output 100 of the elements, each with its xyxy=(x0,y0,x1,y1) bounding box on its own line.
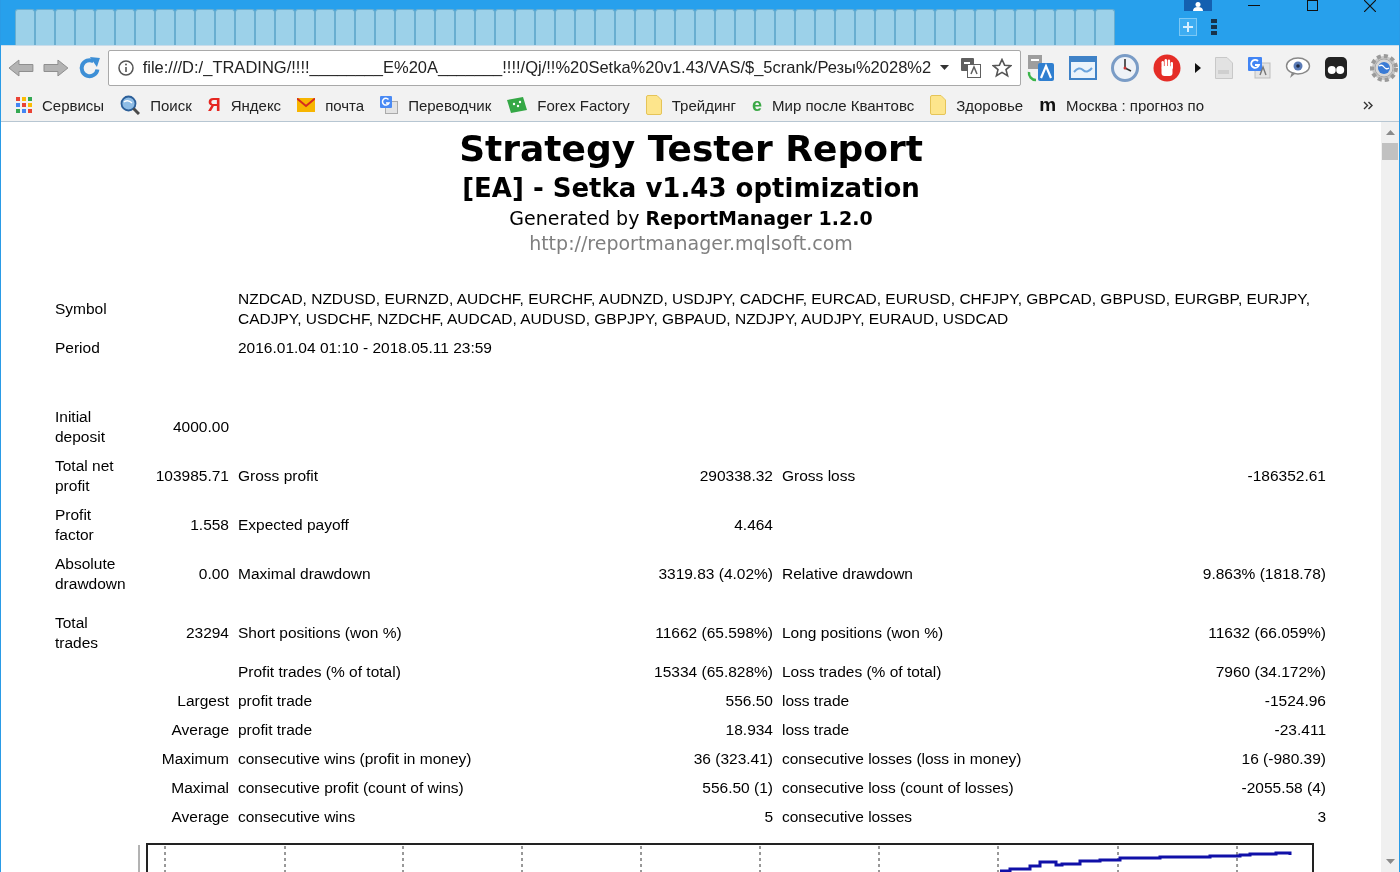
browser-tab[interactable] xyxy=(235,9,255,45)
browser-tab[interactable] xyxy=(1015,9,1035,45)
bookmark-item[interactable]: Поиск xyxy=(120,95,192,115)
forward-icon[interactable] xyxy=(42,57,69,78)
clock-icon[interactable] xyxy=(1111,53,1139,82)
browser-tab[interactable] xyxy=(795,9,815,45)
browser-tab[interactable] xyxy=(195,9,215,45)
browser-tab[interactable] xyxy=(635,9,655,45)
browser-tab[interactable] xyxy=(355,9,375,45)
window-icon[interactable] xyxy=(1069,55,1097,80)
browser-tab[interactable] xyxy=(815,9,835,45)
translate-icon[interactable] xyxy=(961,57,981,78)
browser-tab[interactable] xyxy=(375,9,395,45)
browser-tab[interactable] xyxy=(495,9,515,45)
scrollbar[interactable] xyxy=(1381,122,1399,872)
browser-tab[interactable] xyxy=(555,9,575,45)
back-icon[interactable] xyxy=(8,57,34,78)
info-icon[interactable] xyxy=(117,59,134,76)
bookmark-item[interactable]: почта xyxy=(297,96,365,114)
bookmark-item[interactable]: Переводчик xyxy=(380,96,492,114)
browser-tab[interactable] xyxy=(895,9,915,45)
browser-tab[interactable] xyxy=(695,9,715,45)
browser-tab[interactable] xyxy=(1055,9,1075,45)
star-icon[interactable] xyxy=(992,57,1012,78)
browser-tab[interactable] xyxy=(415,9,435,45)
caret-icon[interactable] xyxy=(940,65,949,70)
browser-tab[interactable] xyxy=(735,9,755,45)
browser-tab[interactable] xyxy=(615,9,635,45)
browser-tab[interactable] xyxy=(15,9,35,45)
browser-tab[interactable] xyxy=(455,9,475,45)
browser-tab[interactable] xyxy=(1095,9,1115,45)
scrollbar-thumb[interactable] xyxy=(1382,143,1398,160)
browser-tab[interactable] xyxy=(115,9,135,45)
stat-label: consecutive losses xyxy=(782,807,913,827)
browser-tab[interactable] xyxy=(335,9,355,45)
tab-list-icon[interactable] xyxy=(1211,19,1217,35)
browser-tab[interactable] xyxy=(175,9,195,45)
browser-tab[interactable] xyxy=(855,9,875,45)
translate-icon[interactable] xyxy=(1027,53,1055,82)
browser-tab[interactable] xyxy=(395,9,415,45)
browser-tab[interactable] xyxy=(775,9,795,45)
browser-tab[interactable] xyxy=(135,9,155,45)
browser-tab[interactable] xyxy=(1035,9,1055,45)
browser-tab[interactable] xyxy=(995,9,1015,45)
stat-value: 15334 (65.828%) xyxy=(654,662,773,682)
browser-tab[interactable] xyxy=(755,9,775,45)
translate-icon[interactable] xyxy=(1247,55,1271,80)
browser-tab[interactable] xyxy=(655,9,675,45)
bookmark-item[interactable]: Я Яндекс xyxy=(207,96,282,114)
browser-tab[interactable] xyxy=(435,9,455,45)
browser-tab[interactable] xyxy=(295,9,315,45)
new-tab-button[interactable] xyxy=(1179,18,1197,36)
browser-tab[interactable] xyxy=(75,9,95,45)
reload-icon[interactable] xyxy=(77,55,102,80)
profile-button[interactable] xyxy=(1184,0,1212,11)
stat-label: Expected payoff xyxy=(238,515,349,535)
hand-icon[interactable] xyxy=(1153,53,1181,82)
bookmark-item[interactable]: Сервисы xyxy=(16,96,105,114)
bookmark-item[interactable]: m Москва : прогноз по xyxy=(1039,96,1205,114)
bookmark-item[interactable]: Трейдинг xyxy=(645,95,737,115)
double-chevron-icon[interactable] xyxy=(1363,100,1373,110)
document-icon[interactable] xyxy=(1215,56,1233,79)
stat-value: 4000.00 xyxy=(172,417,229,437)
minimize-icon[interactable] xyxy=(1248,5,1260,6)
browser-tab[interactable] xyxy=(275,9,295,45)
browser-tab[interactable] xyxy=(535,9,555,45)
gear-icon[interactable] xyxy=(1369,52,1399,83)
browser-tab[interactable] xyxy=(155,9,175,45)
browser-tab[interactable] xyxy=(215,9,235,45)
browser-tab[interactable] xyxy=(675,9,695,45)
up-arrow-icon[interactable] xyxy=(1385,130,1395,135)
browser-tab[interactable] xyxy=(315,9,335,45)
maximize-icon[interactable] xyxy=(1306,0,1318,11)
report-link[interactable]: http://reportmanager.mqlsoft.com xyxy=(529,232,853,254)
two-circles-icon[interactable] xyxy=(1325,56,1347,79)
speech-bubble-icon[interactable] xyxy=(1285,56,1311,79)
browser-tab[interactable] xyxy=(715,9,735,45)
down-arrow-icon[interactable] xyxy=(1385,859,1395,864)
browser-tab[interactable] xyxy=(1075,9,1095,45)
stat-value: 16 (-980.39) xyxy=(1241,749,1326,769)
bookmark-item[interactable]: e Мир после Квантовс xyxy=(752,96,915,114)
browser-tab[interactable] xyxy=(255,9,275,45)
browser-tab[interactable] xyxy=(475,9,495,45)
browser-tab[interactable] xyxy=(35,9,55,45)
browser-tab[interactable] xyxy=(955,9,975,45)
close-icon[interactable] xyxy=(1364,0,1376,12)
browser-tab[interactable] xyxy=(575,9,595,45)
browser-tab[interactable] xyxy=(935,9,955,45)
caret-right-icon[interactable] xyxy=(1195,62,1201,73)
browser-tab[interactable] xyxy=(835,9,855,45)
browser-tab[interactable] xyxy=(915,9,935,45)
bookmark-item[interactable]: Forex Factory xyxy=(507,96,630,114)
browser-tab[interactable] xyxy=(55,9,75,45)
browser-tab[interactable] xyxy=(595,9,615,45)
browser-tab[interactable] xyxy=(515,9,535,45)
browser-tab[interactable] xyxy=(975,9,995,45)
address-bar[interactable]: file:///D:/_TRADING/!!!!________E%20A_______!!!!/Qj/!!%20Setka%20v1.43/VAS/$_5crank/Резы%2028%2 xyxy=(107,49,1021,86)
browser-tab[interactable] xyxy=(875,9,895,45)
bookmark-item[interactable]: Здоровье xyxy=(930,95,1024,115)
browser-tab[interactable] xyxy=(95,9,115,45)
